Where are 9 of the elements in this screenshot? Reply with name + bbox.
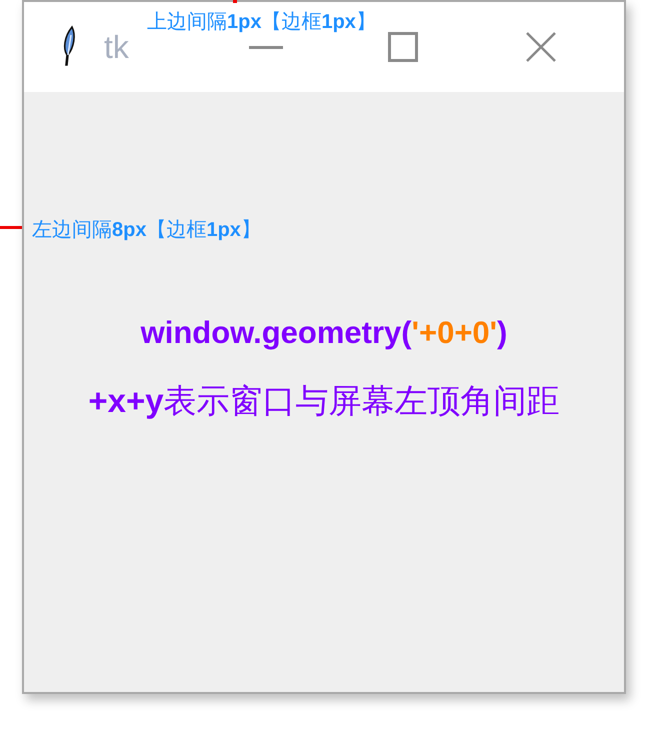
marker-line [0,226,22,229]
annotation-label: 上边间隔1px【边框1px】 [147,10,376,35]
annotation-label: 左边间隔8px【边框1px】 [32,218,261,243]
caption-text: +x+y表示窗口与屏幕左顶角间距 [88,380,560,422]
minimize-icon[interactable] [248,46,283,48]
code-text: window.geometry('+0+0') [140,315,508,351]
close-icon[interactable] [526,32,556,62]
window-title: tk [104,28,129,66]
maximize-icon[interactable] [388,32,418,62]
